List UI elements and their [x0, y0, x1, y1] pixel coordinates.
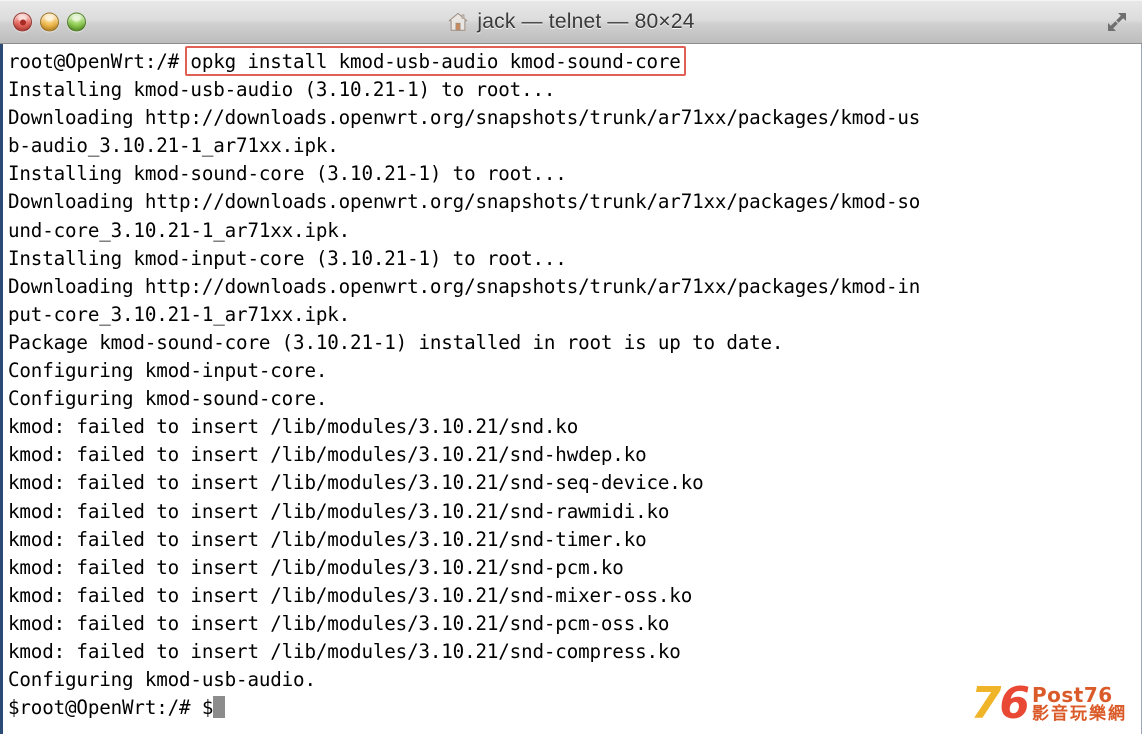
- terminal-line: Installing kmod-sound-core (3.10.21-1) t…: [8, 162, 567, 186]
- terminal-cursor: [213, 696, 225, 719]
- terminal-line: root@OpenWrt:/# opkg install kmod-usb-au…: [8, 50, 681, 73]
- watermark-brand: Post76: [1032, 683, 1113, 708]
- terminal-line: und-core_3.10.21-1_ar71xx.ipk.: [8, 218, 351, 242]
- logo-digit-7: 7: [970, 678, 1002, 729]
- title-container: jack — telnet — 80×24: [0, 10, 1142, 34]
- terminal-line: kmod: failed to insert /lib/modules/3.10…: [8, 555, 624, 579]
- logo-76: 76: [971, 682, 1030, 726]
- terminal-line: Configuring kmod-sound-core.: [8, 387, 328, 411]
- watermark-logo: 76 Post76 影音玩樂網: [971, 682, 1127, 726]
- title-bar[interactable]: jack — telnet — 80×24: [0, 0, 1142, 44]
- terminal-line: Configuring kmod-input-core.: [8, 359, 328, 383]
- house-icon: [447, 11, 469, 33]
- logo-digit-6: 6: [999, 678, 1030, 729]
- minimize-button[interactable]: [40, 12, 59, 32]
- terminal-line: kmod: failed to insert /lib/modules/3.10…: [8, 527, 647, 551]
- window-controls: [13, 12, 86, 32]
- terminal-line: b-audio_3.10.21-1_ar71xx.ipk.: [8, 134, 339, 158]
- zoom-button[interactable]: [67, 12, 86, 32]
- terminal-screen: root@OpenWrt:/# opkg install kmod-usb-au…: [8, 48, 1141, 722]
- terminal-line: kmod: failed to insert /lib/modules/3.10…: [8, 639, 681, 663]
- close-button[interactable]: [13, 12, 32, 32]
- terminal-line: kmod: failed to insert /lib/modules/3.10…: [8, 415, 579, 439]
- terminal-line: kmod: failed to insert /lib/modules/3.10…: [8, 443, 647, 467]
- terminal-window: jack — telnet — 80×24 root@OpenWrt:/# op…: [0, 0, 1142, 734]
- window-title: jack — telnet — 80×24: [477, 10, 695, 33]
- terminal-line: kmod: failed to insert /lib/modules/3.10…: [8, 471, 704, 495]
- terminal-line: Installing kmod-usb-audio (3.10.21-1) to…: [8, 78, 556, 102]
- terminal-line: kmod: failed to insert /lib/modules/3.10…: [8, 499, 670, 523]
- fullscreen-icon[interactable]: [1104, 9, 1130, 35]
- terminal-line: Downloading http://downloads.openwrt.org…: [8, 106, 921, 130]
- terminal-line: kmod: failed to insert /lib/modules/3.10…: [8, 611, 670, 635]
- terminal-line: put-core_3.10.21-1_ar71xx.ipk.: [8, 302, 351, 326]
- terminal-line: Downloading http://downloads.openwrt.org…: [8, 274, 921, 298]
- terminal-line: Package kmod-sound-core (3.10.21-1) inst…: [8, 330, 784, 354]
- watermark-text: Post76 影音玩樂網: [1032, 685, 1127, 723]
- terminal-body[interactable]: root@OpenWrt:/# opkg install kmod-usb-au…: [0, 44, 1142, 734]
- terminal-line: Downloading http://downloads.openwrt.org…: [8, 190, 921, 214]
- terminal-line: kmod: failed to insert /lib/modules/3.10…: [8, 583, 693, 607]
- terminal-line: Installing kmod-input-core (3.10.21-1) t…: [8, 246, 567, 270]
- watermark-tagline: 影音玩樂網: [1032, 703, 1127, 724]
